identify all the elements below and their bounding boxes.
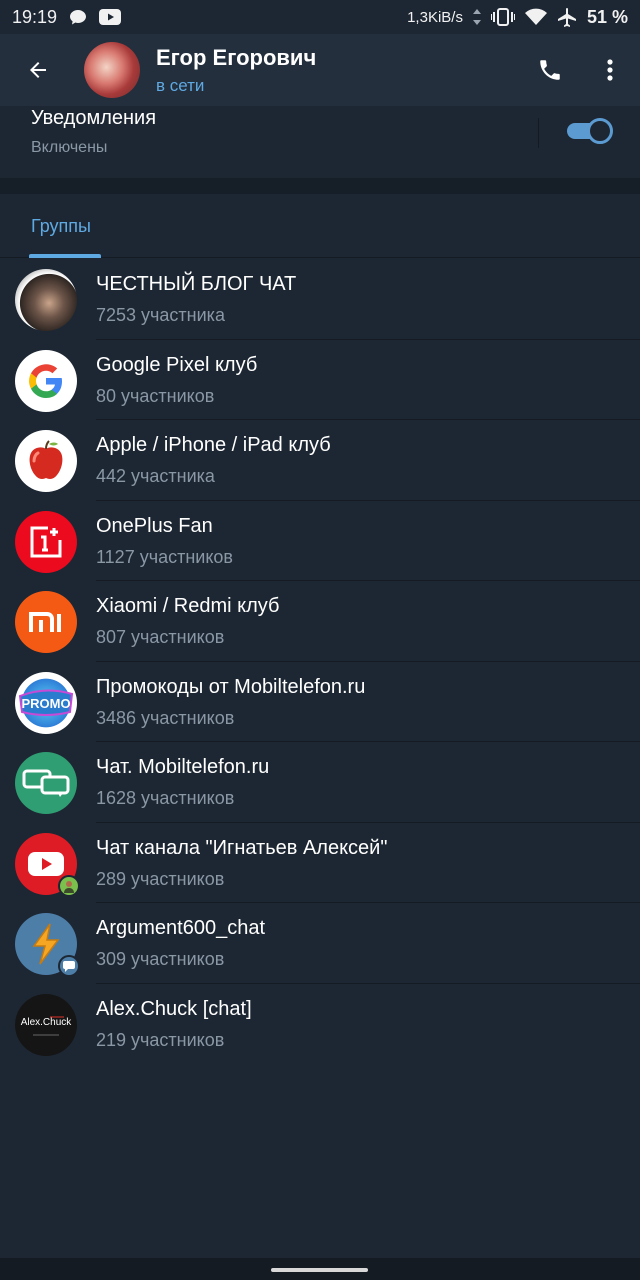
list-item[interactable]: Apple / iPhone / iPad клуб 442 участника: [0, 420, 640, 501]
group-name: OnePlus Fan: [96, 514, 213, 537]
call-button[interactable]: [520, 34, 580, 106]
phone-icon: [540, 60, 560, 80]
system-nav-bar: [0, 1258, 640, 1280]
group-member-count: 807 участников: [96, 627, 225, 647]
group-name: Argument600_chat: [96, 917, 266, 939]
google-logo-icon: [15, 349, 77, 412]
oneplus-logo-icon: [15, 510, 77, 573]
profile-name: Егор Егорович: [156, 44, 317, 70]
list-item[interactable]: Alex.Chuck Alex.Chuck [chat] 219 участни…: [0, 984, 640, 1065]
avatar[interactable]: [84, 42, 140, 98]
user-badge-icon: [58, 874, 80, 897]
chat-profile-header: Егор Егорович в сети: [0, 34, 640, 106]
list-item[interactable]: ЧЕСТНЫЙ БЛОГ ЧАТ 7253 участника: [0, 259, 640, 340]
alexchuck-logo-icon: Alex.Chuck: [15, 993, 77, 1056]
arrow-back-icon: [30, 62, 46, 78]
group-name: Промокоды от Mobiltelefon.ru: [96, 675, 366, 698]
group-name: Google Pixel клуб: [96, 353, 258, 376]
group-member-count: 7253 участника: [96, 305, 225, 325]
list-item[interactable]: PROMO Промокоды от Mobiltelefon.ru 3486 …: [0, 662, 640, 742]
apple-photo-icon: [15, 430, 77, 492]
list-item[interactable]: Чат. Mobiltelefon.ru 1628 участников: [0, 742, 640, 823]
group-name: Apple / iPhone / iPad клуб: [96, 434, 331, 456]
chat-bubbles-icon: [15, 752, 77, 814]
more-vertical-icon: [607, 59, 613, 81]
tab-groups[interactable]: Группы: [0, 194, 130, 258]
youtube-icon: [99, 9, 122, 25]
group-name: ЧЕСТНЫЙ БЛОГ ЧАТ: [96, 273, 297, 295]
online-status: в сети: [156, 75, 205, 95]
groups-list: ЧЕСТНЫЙ БЛОГ ЧАТ 7253 участника Google P…: [0, 259, 640, 1064]
list-item[interactable]: Google Pixel клуб 80 участников: [0, 340, 640, 420]
group-member-count: 1127 участников: [96, 546, 233, 567]
vibrate-icon: [490, 8, 515, 26]
tab-active-indicator: [29, 254, 101, 258]
group-member-count: 3486 участников: [96, 707, 235, 728]
lightning-logo-icon: [15, 913, 80, 977]
notifications-label: Уведомления: [31, 107, 157, 129]
group-name: Чат канала "Игнатьев Алексей": [96, 836, 388, 859]
svg-text:Alex.Chuck: Alex.Chuck: [21, 1017, 73, 1028]
group-name: Xiaomi / Redmi клуб: [96, 595, 280, 617]
notifications-value: Включены: [31, 139, 108, 156]
xiaomi-logo-icon: [15, 591, 77, 653]
home-gesture-handle[interactable]: [271, 1268, 368, 1272]
notifications-setting[interactable]: Уведомления Включены: [0, 106, 640, 178]
group-member-count: 442 участника: [96, 466, 215, 486]
svg-text:PROMO: PROMO: [21, 696, 70, 711]
more-options-button[interactable]: [580, 34, 640, 106]
group-member-count: 219 участников: [96, 1029, 225, 1050]
group-avatar-person-photo: [15, 269, 77, 331]
status-bar: 19:19 1,3KiB/s 51 %: [0, 0, 640, 34]
profile-title-block: Егор Егорович в сети: [156, 45, 316, 96]
youtube-logo-icon: [15, 832, 80, 897]
battery-level: 51 %: [586, 6, 628, 27]
group-member-count: 309 участников: [96, 949, 225, 969]
group-member-count: 289 участников: [96, 868, 225, 889]
data-arrows-icon: [472, 9, 481, 25]
tab-groups-label: Группы: [31, 216, 91, 236]
list-item[interactable]: Xiaomi / Redmi клуб 807 участников: [0, 581, 640, 662]
wifi-icon: [524, 8, 547, 26]
chat-badge-icon: [58, 955, 80, 977]
promo-logo-icon: PROMO: [15, 671, 77, 734]
status-time: 19:19: [12, 6, 58, 27]
airplane-icon: [557, 7, 577, 27]
network-speed: 1,3KiB/s: [407, 8, 463, 26]
toggle-knob: [587, 118, 613, 144]
group-name: Чат. Mobiltelefon.ru: [96, 756, 270, 778]
tab-bar: Группы: [0, 194, 640, 258]
message-icon: [69, 8, 87, 26]
back-button[interactable]: [0, 34, 76, 106]
section-separator: [0, 178, 640, 194]
divider: [538, 118, 539, 148]
group-name: Alex.Chuck [chat]: [96, 997, 252, 1020]
list-item[interactable]: Чат канала "Игнатьев Алексей" 289 участн…: [0, 823, 640, 903]
list-item[interactable]: OnePlus Fan 1127 участников: [0, 501, 640, 581]
list-item[interactable]: Argument600_chat 309 участников: [0, 903, 640, 984]
group-member-count: 1628 участников: [96, 788, 235, 808]
notifications-toggle[interactable]: [567, 118, 613, 144]
group-member-count: 80 участников: [96, 385, 215, 406]
